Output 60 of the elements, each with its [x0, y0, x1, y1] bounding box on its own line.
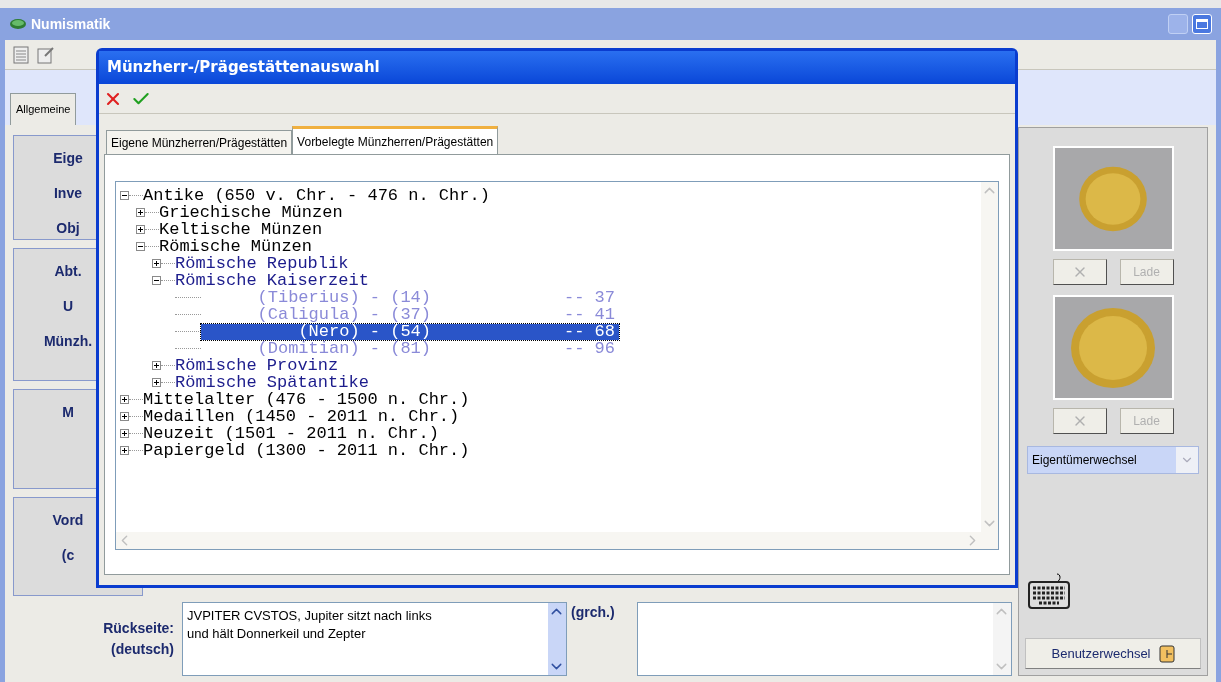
- door-icon: [1158, 644, 1175, 663]
- field-label: M: [61, 403, 75, 423]
- expand-toggle[interactable]: [120, 395, 129, 404]
- tree-leaf-row[interactable]: (Nero) - (54) -- 68: [201, 323, 619, 340]
- tree-node-label[interactable]: Römische Münzen: [159, 238, 313, 255]
- tree-node-label[interactable]: Griechische Münzen: [159, 204, 343, 221]
- dialog-tab[interactable]: Eigene Münzherren/Prägestätten: [106, 130, 293, 154]
- tree-node-label[interactable]: Mittelalter (476 - 1500 n. Chr.): [143, 391, 470, 408]
- tree-leaf-label: (Domitian) - (81): [256, 340, 431, 357]
- tree-node-label[interactable]: Römische Kaiserzeit: [175, 272, 369, 289]
- tree-leaf-label: (Caligula) - (37): [256, 306, 431, 323]
- tree-node-label[interactable]: Keltische Münzen: [159, 221, 323, 238]
- tree-node-label[interactable]: Medaillen (1450 - 2011 n. Chr.): [143, 408, 460, 425]
- tree-node-label[interactable]: Papiergeld (1300 - 2011 n. Chr.): [143, 442, 470, 459]
- collapse-toggle[interactable]: [152, 276, 161, 285]
- field-label: Vord: [51, 510, 85, 530]
- expand-toggle[interactable]: [152, 259, 161, 268]
- expand-toggle[interactable]: [152, 361, 161, 370]
- field-label: Obj: [55, 219, 81, 238]
- dialog-title: Münzherr-/Prägestättenauswahl: [107, 57, 380, 79]
- tree-leaf-value: -- 68: [564, 323, 616, 340]
- expand-toggle[interactable]: [120, 429, 129, 438]
- field-label: Eige: [52, 149, 84, 168]
- collapse-toggle[interactable]: [120, 191, 129, 200]
- main-tab[interactable]: Allgemeine: [10, 93, 77, 125]
- field-label: (c: [60, 545, 76, 565]
- field-label: (grch.): [571, 603, 616, 622]
- tree-leaf-value: -- 37: [564, 289, 616, 306]
- field-label: Rückseite:: [103, 619, 174, 638]
- owner-select[interactable]: Eigentümerwechsel: [1027, 446, 1199, 474]
- field-label: (deutsch): [111, 640, 174, 659]
- expand-toggle[interactable]: [152, 378, 161, 387]
- tree-node-label[interactable]: Römische Provinz: [175, 357, 339, 374]
- maximize-button[interactable]: [1192, 14, 1212, 34]
- expand-toggle[interactable]: [120, 412, 129, 421]
- field-label: Inve: [53, 184, 83, 203]
- text-line: JVPITER CVSTOS, Jupiter sitzt nach links: [187, 607, 433, 625]
- field-label: U: [61, 297, 75, 316]
- window-title: Numismatik: [31, 14, 111, 34]
- keyboard-icon[interactable]: [1027, 572, 1071, 610]
- expand-toggle[interactable]: [136, 208, 145, 217]
- tree-node-label[interactable]: Neuzeit (1501 - 2011 n. Chr.): [143, 425, 439, 442]
- expand-toggle[interactable]: [136, 225, 145, 234]
- field-label: Abt.: [53, 262, 83, 281]
- app-logo-icon: [9, 17, 27, 31]
- tree-node-label[interactable]: Römische Republik: [175, 255, 349, 272]
- field-label: Münzh.: [42, 332, 94, 351]
- expand-toggle[interactable]: [120, 446, 129, 455]
- tree-node-label[interactable]: Römische Spätantike: [175, 374, 369, 391]
- text-line: und hält Donnerkeil und Zepter: [187, 625, 367, 643]
- user-switch-button[interactable]: Benutzerwechsel: [1025, 638, 1201, 669]
- dialog-tab[interactable]: Vorbelegte Münzherren/Prägestätten: [292, 126, 499, 154]
- collapse-toggle[interactable]: [136, 242, 145, 251]
- tree-leaf-label: (Tiberius) - (14): [256, 289, 431, 306]
- tree-leaf-label: (Nero) - (54): [297, 323, 431, 340]
- tree-node-label[interactable]: Antike (650 v. Chr. - 476 n. Chr.): [143, 187, 490, 204]
- tree-leaf-value: -- 96: [564, 340, 616, 357]
- text-area[interactable]: JVPITER CVSTOS, Jupiter sitzt nach links und hält Donnerkeil und Zepter: [182, 602, 567, 676]
- edit-icon[interactable]: [37, 45, 55, 64]
- tree-leaf-value: -- 41: [564, 306, 616, 323]
